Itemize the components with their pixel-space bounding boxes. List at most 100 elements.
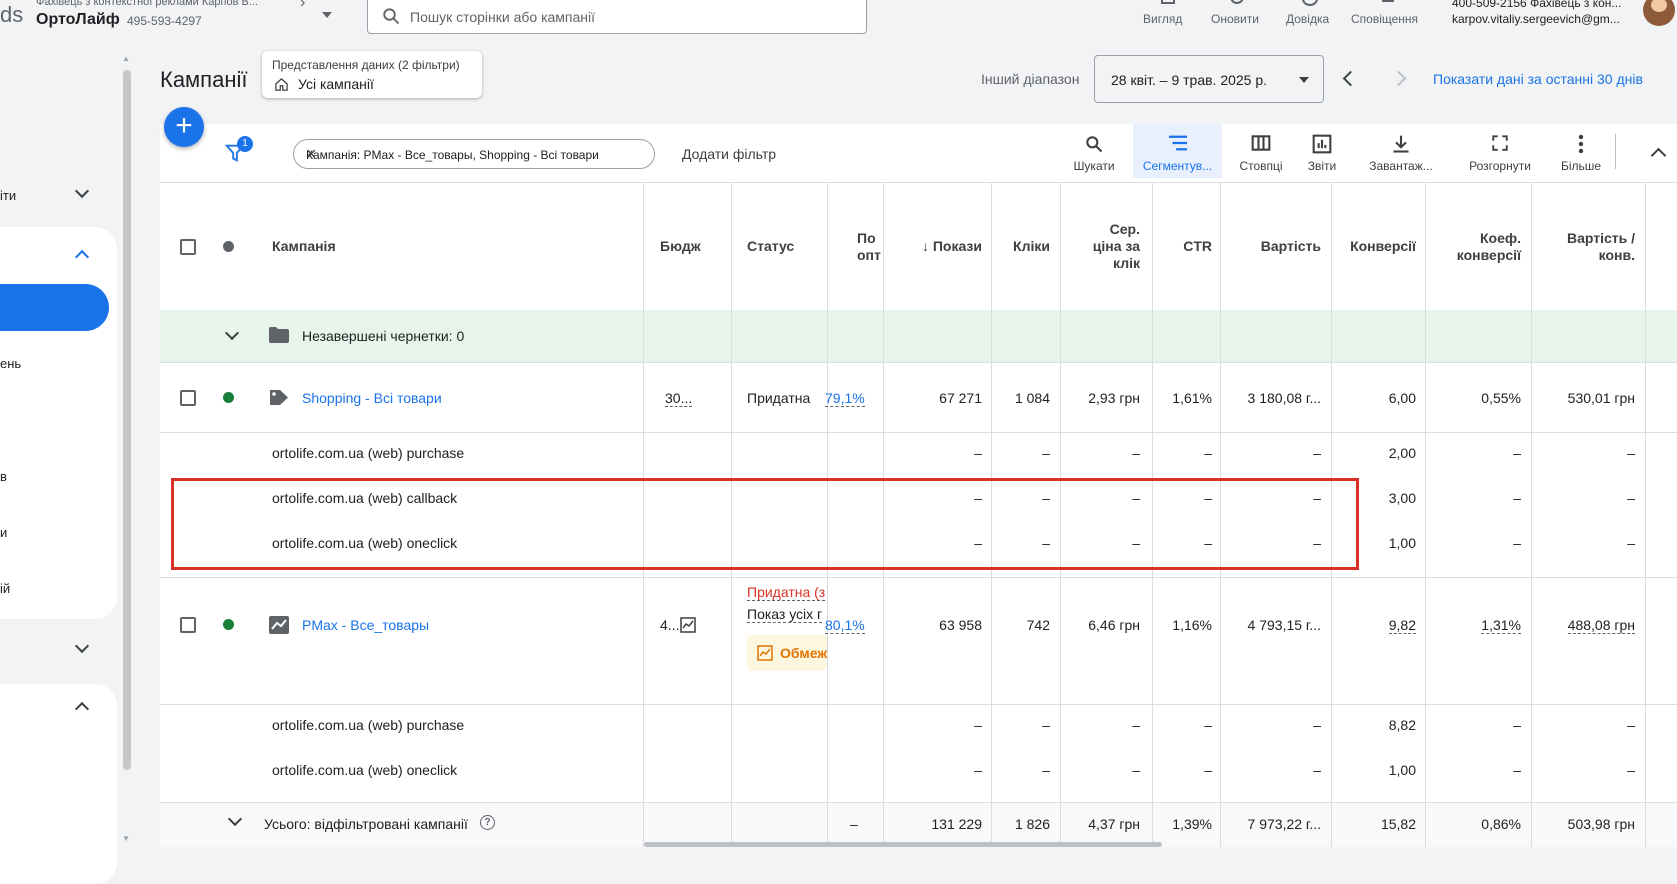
col-cost[interactable]: Вартість	[1235, 238, 1321, 255]
conversions-value[interactable]: 9,82	[1388, 617, 1416, 634]
help-button[interactable]: Довідка	[1286, 12, 1329, 26]
col-avg-cpc[interactable]: Сер. ціна за клік	[1072, 221, 1140, 272]
search-tool-button[interactable]: Шукати	[1058, 124, 1130, 178]
total-opt: –	[850, 816, 858, 832]
account-dropdown-icon[interactable]	[322, 12, 332, 18]
refresh-label: Оновити	[1211, 12, 1259, 26]
segment-ctr-value: –	[1204, 762, 1212, 778]
opt-score-link[interactable]: 80,1%	[825, 617, 865, 634]
segment-cost-per-conv-value: –	[1627, 445, 1635, 461]
sidebar-item-active[interactable]	[0, 284, 109, 331]
segment-cpc-value: –	[1132, 762, 1140, 778]
search-icon	[1086, 136, 1103, 153]
segment-tool-button[interactable]: Сегментув...	[1133, 124, 1222, 178]
add-filter-button[interactable]: Додати фільтр	[682, 146, 776, 162]
sidebar-item-2[interactable]: ень	[0, 356, 21, 371]
campaign-name-link[interactable]: PMax - Все_товары	[302, 617, 429, 633]
total-ctr: 1,39%	[1172, 816, 1212, 832]
show-last-30-link[interactable]: Показати дані за останні 30 днів	[1433, 71, 1643, 87]
expand-tool-button[interactable]: Розгорнути	[1458, 124, 1542, 178]
col-status[interactable]: Статус	[747, 238, 794, 255]
sidebar-item-4[interactable]: и	[0, 525, 7, 540]
scroll-down-icon[interactable]: ▼	[122, 834, 130, 843]
highlight-box	[171, 478, 1359, 570]
columns-tool-button[interactable]: Стовпці	[1230, 124, 1292, 178]
budget-chart-icon[interactable]	[680, 617, 696, 633]
search-input[interactable]: Пошук сторінки або кампанії	[367, 0, 867, 34]
total-cost: 7 973,22 г...	[1247, 816, 1321, 832]
notifications-label: Сповіщення	[1351, 12, 1419, 26]
search-tool-label: Шукати	[1073, 159, 1115, 173]
appearance-button[interactable]: Вигляд	[1143, 12, 1182, 26]
date-range-value: 28 квіт. – 9 трав. 2025 р.	[1111, 72, 1268, 88]
budget-value[interactable]: 4...	[660, 617, 679, 633]
total-impressions: 131 229	[931, 816, 982, 832]
horizontal-scrollbar[interactable]	[644, 842, 1162, 847]
collapse-icon[interactable]	[1650, 147, 1667, 164]
account-name[interactable]: ОртоЛайф	[36, 11, 120, 29]
filter-chip[interactable]: Кампанія: PMax - Все_товары, Shopping - …	[293, 139, 655, 169]
col-clicks[interactable]: Кліки	[1000, 238, 1050, 255]
more-tool-button[interactable]: Більше	[1551, 124, 1611, 178]
col-optscore[interactable]: По опт	[857, 230, 881, 264]
col-conv-rate[interactable]: Коеф. конверсії	[1437, 230, 1521, 264]
col-cost-per-conv[interactable]: Вартість / конв.	[1540, 230, 1635, 264]
download-icon	[1393, 135, 1409, 153]
status-details[interactable]: Показ усіх г	[747, 606, 823, 623]
cost-per-conv-value[interactable]: 488,08 грн	[1567, 617, 1635, 634]
chevron-down-icon[interactable]	[74, 638, 90, 654]
col-budget[interactable]: Бюдж	[660, 238, 701, 255]
row-divider	[160, 182, 1677, 183]
scroll-up-icon[interactable]: ▲	[122, 54, 130, 63]
row-checkbox[interactable]	[180, 390, 196, 406]
sidebar-scrollbar[interactable]	[123, 70, 131, 770]
campaign-name-link[interactable]: Shopping - Всі товари	[302, 390, 442, 406]
budget-value[interactable]: 30...	[665, 390, 693, 407]
segment-conv-rate-value: –	[1513, 490, 1521, 506]
sidebar-item-1[interactable]: іти	[0, 188, 16, 203]
view-label: Представлення даних (2 фільтри)	[272, 58, 460, 72]
cost-per-conv-value: 530,01 грн	[1567, 390, 1635, 406]
prev-period-icon[interactable]	[1342, 70, 1359, 87]
reports-tool-button[interactable]: Звіти	[1298, 124, 1346, 178]
segment-cost-per-conv-value: –	[1627, 535, 1635, 551]
expand-tool-label: Розгорнути	[1469, 159, 1531, 173]
status-limited[interactable]: Придатна (з	[747, 584, 826, 601]
close-icon[interactable]: ×	[306, 144, 648, 165]
total-conv-rate: 0,86%	[1481, 816, 1521, 832]
help-icon[interactable]: ?	[480, 815, 495, 830]
row-checkbox[interactable]	[180, 617, 196, 633]
col-conversions[interactable]: Конверсії	[1335, 238, 1416, 255]
col-impressions[interactable]: ↓ Покази	[903, 238, 982, 255]
col-conv-rate-line1: Коеф.	[1479, 230, 1521, 246]
segment-conv-rate-value: –	[1513, 535, 1521, 551]
status-enabled-icon[interactable]	[223, 619, 234, 630]
notifications-button[interactable]: Сповіщення	[1351, 12, 1418, 26]
opt-score-link[interactable]: 79,1%	[825, 390, 865, 407]
next-period-icon[interactable]	[1390, 70, 1407, 87]
segment-impressions-value: –	[974, 445, 982, 461]
col-ctr[interactable]: CTR	[1160, 238, 1212, 255]
avatar[interactable]	[1643, 0, 1675, 26]
row-divider	[160, 432, 1677, 433]
data-view-selector[interactable]: Представлення даних (2 фільтри) Усі камп…	[262, 51, 482, 98]
drafts-label[interactable]: Незавершені чернетки: 0	[302, 328, 464, 344]
status-enabled-icon[interactable]	[223, 392, 234, 403]
refresh-button[interactable]: Оновити	[1211, 12, 1259, 26]
fullscreen-icon	[1492, 135, 1508, 151]
reports-tool-label: Звіти	[1307, 159, 1337, 173]
download-tool-button[interactable]: Завантаж...	[1358, 124, 1444, 178]
sidebar-item-5[interactable]: ій	[0, 581, 10, 596]
sidebar-item-3[interactable]: в	[0, 469, 7, 484]
chevron-down-icon[interactable]	[74, 183, 90, 199]
add-button[interactable]: +	[164, 107, 204, 147]
chevron-right-icon[interactable]: ›	[300, 0, 305, 12]
conv-rate-value[interactable]: 1,31%	[1481, 617, 1521, 634]
col-optscore-line1: По	[857, 230, 876, 246]
pmax-status-cell: Придатна (з Показ усіх г Обмеж	[747, 576, 827, 696]
pmax-chart-icon	[269, 616, 289, 634]
date-range-picker[interactable]: 28 квіт. – 9 трав. 2025 р.	[1094, 55, 1324, 103]
select-all-checkbox[interactable]	[180, 239, 196, 255]
col-campaign[interactable]: Кампанія	[272, 238, 336, 255]
limited-chip[interactable]: Обмеж	[747, 635, 827, 671]
